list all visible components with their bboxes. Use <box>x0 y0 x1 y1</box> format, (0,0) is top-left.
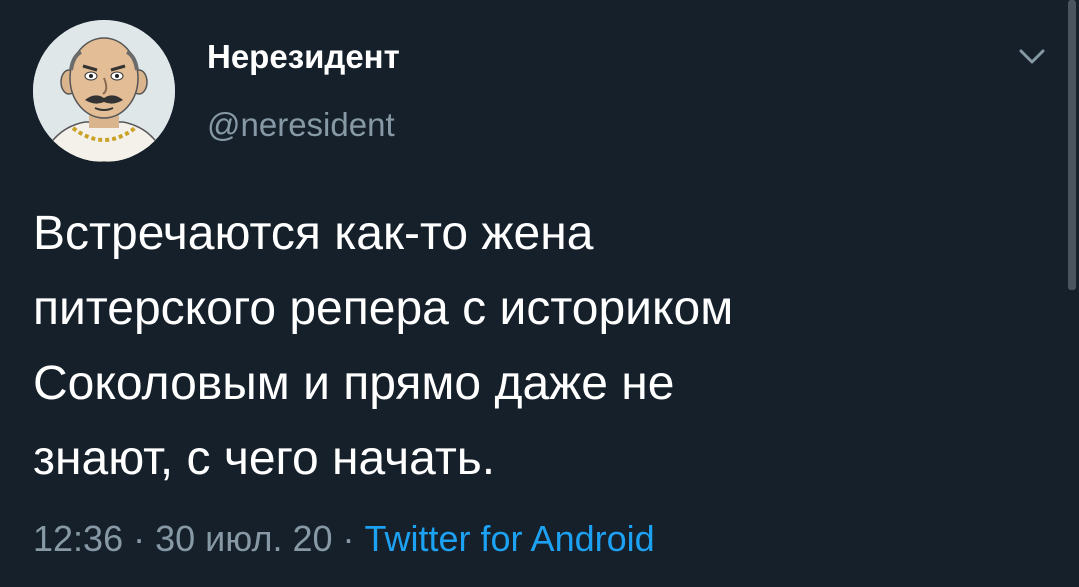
meta-separator: · <box>332 518 365 559</box>
avatar[interactable] <box>33 20 175 162</box>
author-handle[interactable]: @neresident <box>207 106 395 144</box>
tweet-meta: 12:36 · 30 июл. 20 · Twitter for Android <box>33 518 655 560</box>
tweet-date[interactable]: 30 июл. 20 <box>155 518 332 559</box>
meta-separator: · <box>123 518 156 559</box>
tweet-text: Встречаются как-то жена питерского репер… <box>33 207 734 485</box>
tweet-time[interactable]: 12:36 <box>33 518 123 559</box>
tweet-source-link[interactable]: Twitter for Android <box>365 518 655 559</box>
chevron-down-icon[interactable] <box>1015 42 1049 70</box>
tweet-card: Нерезидент @neresident Встречаются как-т… <box>0 0 1079 587</box>
cartoon-avatar-icon <box>33 20 175 162</box>
author-display-name[interactable]: Нерезидент <box>207 38 400 76</box>
scrollbar[interactable] <box>1068 0 1076 290</box>
